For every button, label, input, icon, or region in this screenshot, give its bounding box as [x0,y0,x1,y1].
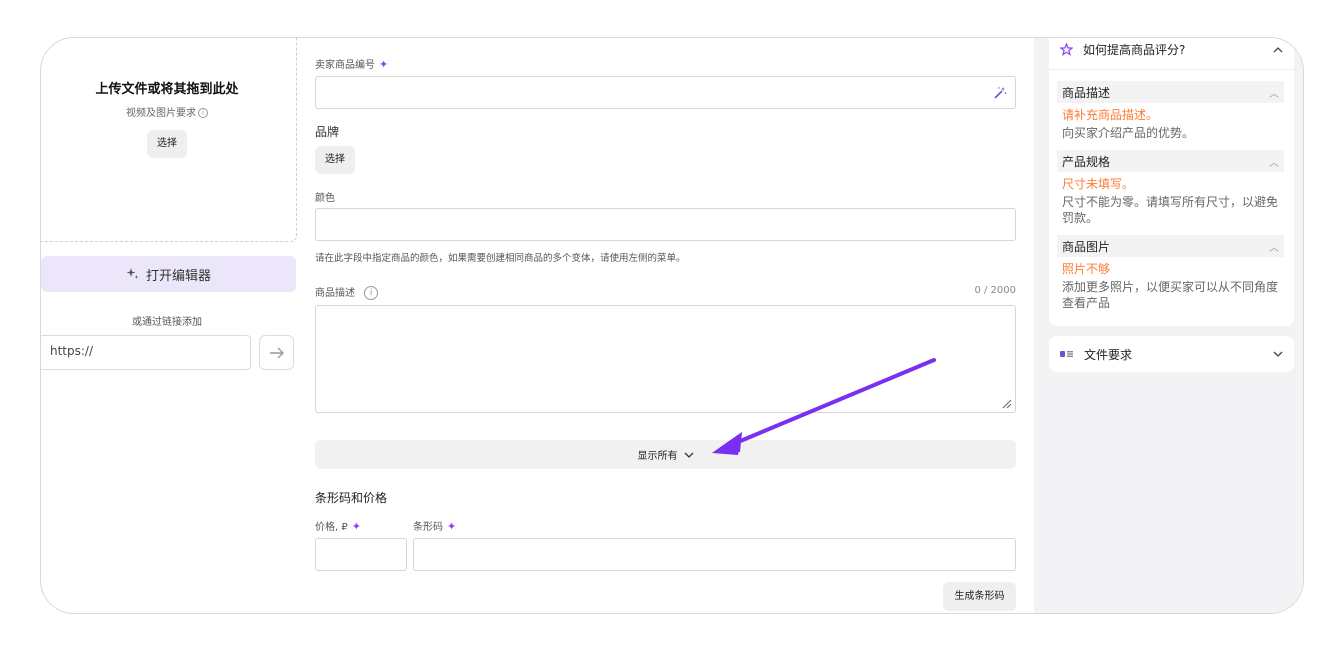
annotation-arrow [712,358,936,455]
